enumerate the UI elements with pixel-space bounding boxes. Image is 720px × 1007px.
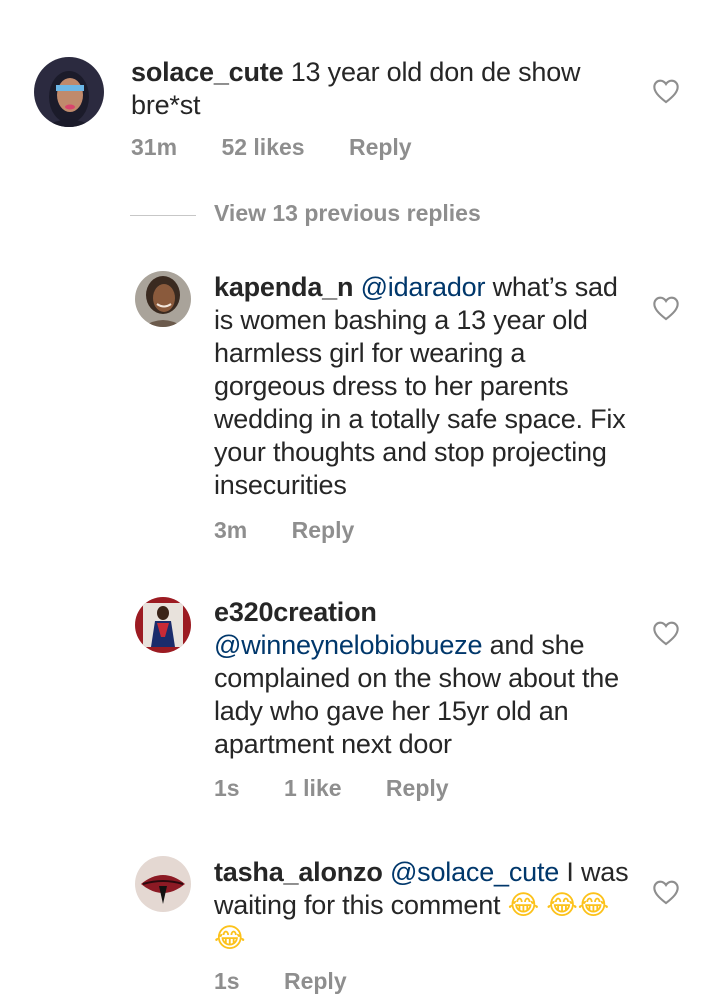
- avatar-photo-icon: [135, 271, 191, 327]
- timestamp: 1s: [214, 968, 240, 994]
- avatar[interactable]: [135, 271, 191, 327]
- mention-link[interactable]: @winneynelobiobueze: [214, 630, 482, 660]
- heart-outline-icon[interactable]: [652, 78, 680, 104]
- avatar-photo-icon: [135, 597, 191, 653]
- username[interactable]: solace_cute: [131, 57, 284, 87]
- comment-body: solace_cute 13 year old don de show bre*…: [131, 56, 631, 122]
- view-previous-replies[interactable]: View 13 previous replies: [130, 198, 530, 234]
- comment-body: tasha_alonzo @solace_cute I was waiting …: [214, 856, 634, 955]
- heart-outline-icon[interactable]: [652, 620, 680, 646]
- comment-body: kapenda_n @idarador what’s sad is women …: [214, 271, 634, 502]
- comment-meta: 3m Reply: [214, 517, 354, 544]
- heart-outline-icon[interactable]: [652, 295, 680, 321]
- avatar-photo-icon: [34, 57, 104, 127]
- comment-meta: 1s 1 like Reply: [214, 775, 449, 802]
- heart-outline-icon[interactable]: [652, 879, 680, 905]
- comment-text: what’s sad is women bashing a 13 year ol…: [214, 272, 626, 500]
- timestamp: 31m: [131, 134, 178, 160]
- timestamp: 3m: [214, 517, 248, 543]
- mention-link[interactable]: @solace_cute: [390, 857, 559, 887]
- timestamp: 1s: [214, 775, 240, 801]
- reply-button[interactable]: Reply: [386, 775, 449, 802]
- comment-meta: 1s Reply: [214, 968, 347, 995]
- divider: [130, 215, 196, 216]
- comment-meta: 31m 52 likes Reply: [131, 134, 412, 161]
- likes-count[interactable]: 1 like: [284, 775, 342, 802]
- view-replies-label[interactable]: View 13 previous replies: [214, 200, 481, 227]
- username[interactable]: kapenda_n: [214, 272, 353, 302]
- avatar[interactable]: [34, 57, 104, 127]
- username[interactable]: tasha_alonzo: [214, 857, 383, 887]
- username[interactable]: e320creation: [214, 597, 377, 627]
- likes-count[interactable]: 52 likes: [221, 134, 304, 161]
- avatar[interactable]: [135, 856, 191, 912]
- reply-button[interactable]: Reply: [292, 517, 355, 544]
- mention-link[interactable]: @idarador: [361, 272, 486, 302]
- avatar[interactable]: [135, 597, 191, 653]
- comment-body: e320creation @winneynelobiobueze and she…: [214, 596, 634, 761]
- reply-button[interactable]: Reply: [284, 968, 347, 995]
- avatar-photo-icon: [135, 856, 191, 912]
- reply-button[interactable]: Reply: [349, 134, 412, 161]
